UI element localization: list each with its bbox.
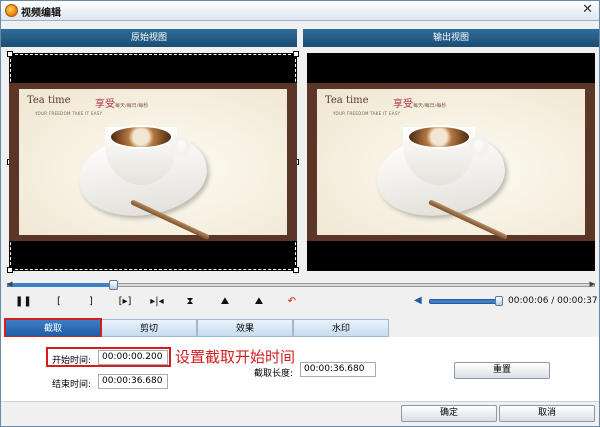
trim-end-marker[interactable]: ▸	[589, 278, 595, 290]
mark-out-button[interactable]: ]	[83, 295, 99, 309]
cancel-button[interactable]: 取消	[499, 405, 595, 422]
cup-handle-shape-output	[469, 135, 489, 157]
rotate-left-button[interactable]: ⛰	[217, 295, 233, 309]
frame-image: Tea time YOUR FREEDOM TAKE IT EASY 享受每天/…	[19, 89, 287, 241]
frame-tagline: YOUR FREEDOM TAKE IT EASY	[35, 111, 103, 116]
undo-button[interactable]: ↶	[284, 295, 300, 309]
app-icon	[5, 4, 18, 17]
frame-brand-main-output: 享受	[393, 99, 413, 110]
trim-start-marker[interactable]: ◂	[7, 278, 13, 290]
crop-handle-bl[interactable]	[7, 267, 13, 273]
video-frame-output: Tea time YOUR FREEDOM TAKE IT EASY 享受每天/…	[307, 83, 595, 241]
trim-length-field: 00:00:36.680	[300, 362, 376, 377]
frame-brand: 享受每天/每日/每秒	[95, 95, 148, 110]
frame-image-output: Tea time YOUR FREEDOM TAKE IT EASY 享受每天/…	[317, 89, 585, 241]
tab-highlight-box	[4, 318, 102, 338]
frame-tagline-output: YOUR FREEDOM TAKE IT EASY	[333, 111, 401, 116]
volume-thumb[interactable]	[495, 296, 503, 306]
trim-length-label: 截取长度:	[254, 369, 294, 379]
tab-effects[interactable]: 效果	[197, 319, 293, 337]
crop-handle-tl[interactable]	[7, 51, 13, 57]
instruction-annotation: 设置截取开始时间	[175, 348, 296, 366]
close-icon[interactable]: ✕	[582, 2, 593, 18]
frame-brand-main: 享受	[95, 99, 115, 110]
frame-brand-output: 享受每天/每日/每秒	[393, 95, 446, 110]
frame-title-output: Tea time	[325, 95, 369, 106]
end-time-field[interactable]: 00:00:36.680	[98, 374, 168, 389]
reset-button[interactable]: 重置	[454, 362, 550, 379]
original-view-header: 原始视图	[1, 29, 297, 47]
window-title: 视频编辑	[21, 8, 61, 19]
frame-title: Tea time	[27, 95, 71, 106]
frame-brand-small-output: 每天/每日/每秒	[413, 103, 447, 109]
cup-handle-shape	[171, 135, 191, 157]
tab-cut[interactable]: 剪切	[101, 319, 197, 337]
coffee-shape-output	[407, 125, 471, 149]
timeline-thumb[interactable]	[108, 280, 118, 290]
title-bar[interactable]: 视频编辑 ✕	[1, 1, 599, 21]
output-view-header: 输出视图	[303, 29, 599, 47]
crop-handle-br[interactable]	[293, 267, 299, 273]
original-preview[interactable]: Tea time YOUR FREEDOM TAKE IT EASY 享受每天/…	[7, 51, 299, 273]
mark-in-button[interactable]: [	[51, 295, 67, 309]
timeline-slider[interactable]: ◂ ▸	[7, 278, 595, 290]
ok-button[interactable]: 确定	[401, 405, 497, 422]
timeline-progress	[7, 283, 113, 287]
crop-handle-tr[interactable]	[293, 51, 299, 57]
video-edit-window: 视频编辑 ✕ 原始视图 输出视图 Tea time YOUR FREEDOM T…	[0, 0, 600, 427]
play-selection-button[interactable]: [▸]	[115, 295, 135, 309]
output-preview: Tea time YOUR FREEDOM TAKE IT EASY 享受每天/…	[307, 53, 595, 271]
pause-button[interactable]: ❚❚	[15, 295, 32, 309]
playback-time: 00:00:06 / 00:00:37	[508, 296, 598, 306]
speaker-icon[interactable]: ◀	[414, 295, 426, 307]
coffee-shape	[109, 125, 173, 149]
tab-watermark[interactable]: 水印	[293, 319, 389, 337]
volume-slider[interactable]	[429, 299, 501, 304]
rotate-right-button[interactable]: ⛰	[251, 295, 267, 309]
next-frame-button[interactable]: ▸|◂	[149, 295, 165, 309]
frame-brand-small: 每天/每日/每秒	[115, 103, 149, 109]
start-time-highlight-box	[46, 347, 171, 367]
end-time-label: 结束时间:	[52, 380, 92, 390]
video-frame: Tea time YOUR FREEDOM TAKE IT EASY 享受每天/…	[9, 83, 297, 241]
flip-vertical-button[interactable]: ⧗	[182, 295, 198, 309]
